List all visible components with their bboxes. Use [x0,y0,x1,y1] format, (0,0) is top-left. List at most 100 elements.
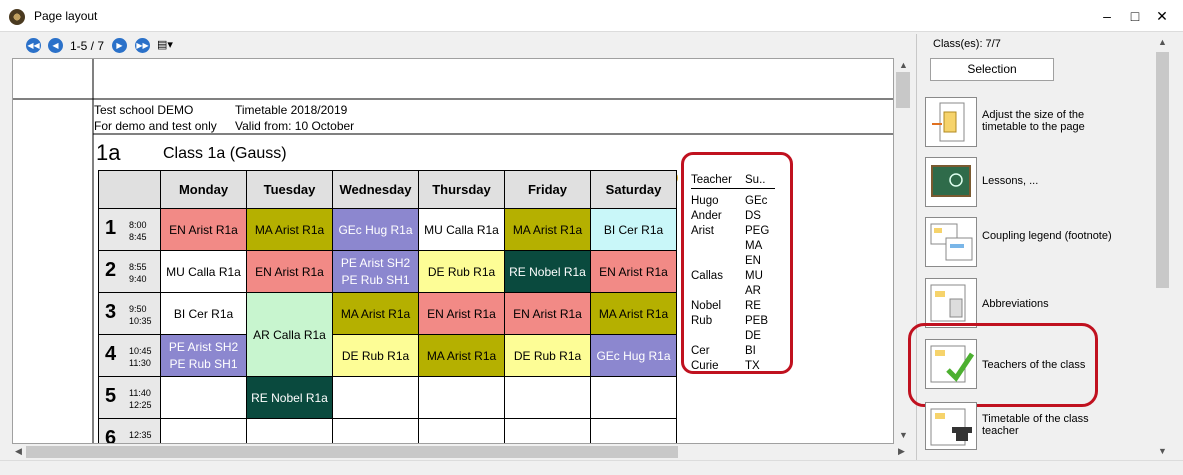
class-name: Class 1a (Gauss) [163,145,287,162]
period-cell: 6 12:35 [98,418,161,443]
lesson-cell[interactable]: GEc Hug R1a [332,208,419,251]
page-menu-icon[interactable]: ▤▾ [157,38,181,53]
option-class-teacher-timetable[interactable]: Timetable of the class teacher [982,413,1112,437]
lesson-cell[interactable]: BI Cer R1a [160,292,247,335]
scroll-right-icon[interactable]: ▶ [898,446,905,457]
period-cell: 4 10:45 11:30 [98,334,161,377]
lesson-cell[interactable] [160,418,247,443]
lesson-cell[interactable] [160,376,247,419]
lesson-cell[interactable]: EN Arist R1a [418,292,505,335]
legend-subject: MU [745,270,763,282]
day-header: Wednesday [332,170,419,209]
lesson-cell[interactable]: EN Arist R1a [160,208,247,251]
selection-button[interactable]: Selection [930,58,1054,81]
lesson-cell[interactable]: BI Cer R1a [590,208,677,251]
class-code: 1a [96,140,121,165]
legend-header: Teacher Su.. [691,173,775,189]
lesson-cell[interactable]: AR Calla R1a [246,292,333,377]
legend-teacher: Nobel [691,300,722,312]
minimize-button[interactable]: – [1097,7,1117,25]
lessons-board-icon[interactable] [925,157,977,207]
lesson-cell[interactable] [504,376,591,419]
class-teacher-timetable-icon[interactable] [925,402,977,450]
abbreviations-icon[interactable] [925,278,977,328]
lesson-cell[interactable] [590,376,677,419]
option-fit-page[interactable]: Adjust the size of the timetable to the … [982,109,1112,133]
legend-teacher: Hugo [691,195,719,207]
option-coupling-legend[interactable]: Coupling legend (footnote) [982,230,1112,242]
scroll-up-icon[interactable]: ▲ [1158,37,1167,47]
lesson-cell[interactable]: PE Arist SH2 PE Rub SH1 [332,250,419,293]
scroll-up-icon[interactable]: ▲ [899,60,908,70]
lesson-cell[interactable]: EN Arist R1a [504,292,591,335]
legend-subject: GEc [745,195,768,207]
lesson-cell[interactable]: RE Nobel R1a [246,376,333,419]
legend-subject: BI [745,345,756,357]
lesson-cell[interactable]: MA Arist R1a [504,208,591,251]
lesson-cell[interactable] [504,418,591,443]
legend-subject: PEG [745,225,770,237]
previous-page-icon[interactable]: ◀ [48,38,63,53]
lesson-cell[interactable] [332,376,419,419]
coupling-legend-icon[interactable] [925,217,977,267]
day-header: Friday [504,170,591,209]
school-name: Test school DEMO [94,103,194,117]
title-bar: Page layout – □ ✕ [0,0,1183,32]
last-page-icon[interactable]: ▶▶ [135,38,150,53]
next-page-icon[interactable]: ▶ [112,38,127,53]
legend-teacher: Curie [691,360,719,372]
page-counter: 1-5 / 7 [70,39,105,53]
lesson-cell[interactable]: PE Arist SH2 PE Rub SH1 [160,334,247,377]
status-bar [0,460,1183,475]
day-header: Thursday [418,170,505,209]
legend-teacher: Arist [691,225,714,237]
lesson-cell[interactable]: MA Arist R1a [246,208,333,251]
legend-subject: MA [745,240,763,252]
lesson-cell[interactable] [418,418,505,443]
lesson-cell[interactable]: RE Nobel R1a [504,250,591,293]
legend-subject: DE [745,330,761,342]
scroll-left-icon[interactable]: ◀ [15,446,22,457]
valid-from: Valid from: 10 October [235,119,355,133]
day-header: Saturday [590,170,677,209]
timetable-grid: Monday Tuesday Wednesday Thursday Friday… [98,170,677,443]
corner-cell [98,170,161,209]
legend-teacher: Ander [691,210,722,222]
first-page-icon[interactable]: ◀◀ [26,38,41,53]
lesson-cell[interactable] [590,418,677,443]
scroll-down-icon[interactable]: ▼ [899,430,908,440]
lesson-cell[interactable] [418,376,505,419]
scroll-thumb[interactable] [26,446,678,458]
option-abbreviations[interactable]: Abbreviations [982,298,1112,310]
window-title: Page layout [34,9,98,23]
scroll-thumb[interactable] [896,72,910,108]
lesson-cell[interactable]: DE Rub R1a [504,334,591,377]
close-button[interactable]: ✕ [1152,7,1172,25]
lesson-cell[interactable] [246,418,333,443]
legend-subject: PEB [745,315,769,327]
legend-subject: AR [745,285,761,297]
lesson-cell[interactable]: MA Arist R1a [418,334,505,377]
preview-horizontal-scrollbar[interactable]: ◀ ▶ [12,444,912,460]
lesson-cell[interactable]: EN Arist R1a [590,250,677,293]
lesson-cell[interactable]: EN Arist R1a [246,250,333,293]
option-lessons[interactable]: Lessons, ... [982,175,1112,187]
scroll-thumb[interactable] [1156,52,1169,288]
scroll-down-icon[interactable]: ▼ [1158,446,1167,456]
lesson-cell[interactable]: MU Calla R1a [160,250,247,293]
lesson-cell[interactable]: MA Arist R1a [590,292,677,335]
period-cell: 2 8:55 9:40 [98,250,161,293]
lesson-cell[interactable] [332,418,419,443]
school-subtitle: For demo and test only [94,119,217,133]
legend-teacher: Cer [691,345,710,357]
fit-page-icon[interactable] [925,97,977,147]
lesson-cell[interactable]: MU Calla R1a [418,208,505,251]
panel-scrollbar[interactable]: ▲ ▼ [1154,34,1171,460]
lesson-cell[interactable]: DE Rub R1a [332,334,419,377]
lesson-cell[interactable]: DE Rub R1a [418,250,505,293]
maximize-button[interactable]: □ [1125,7,1145,25]
lesson-cell[interactable]: MA Arist R1a [332,292,419,335]
legend-subject: TX [745,360,760,372]
lesson-cell[interactable]: GEc Hug R1a [590,334,677,377]
legend-teacher: Rub [691,315,713,327]
